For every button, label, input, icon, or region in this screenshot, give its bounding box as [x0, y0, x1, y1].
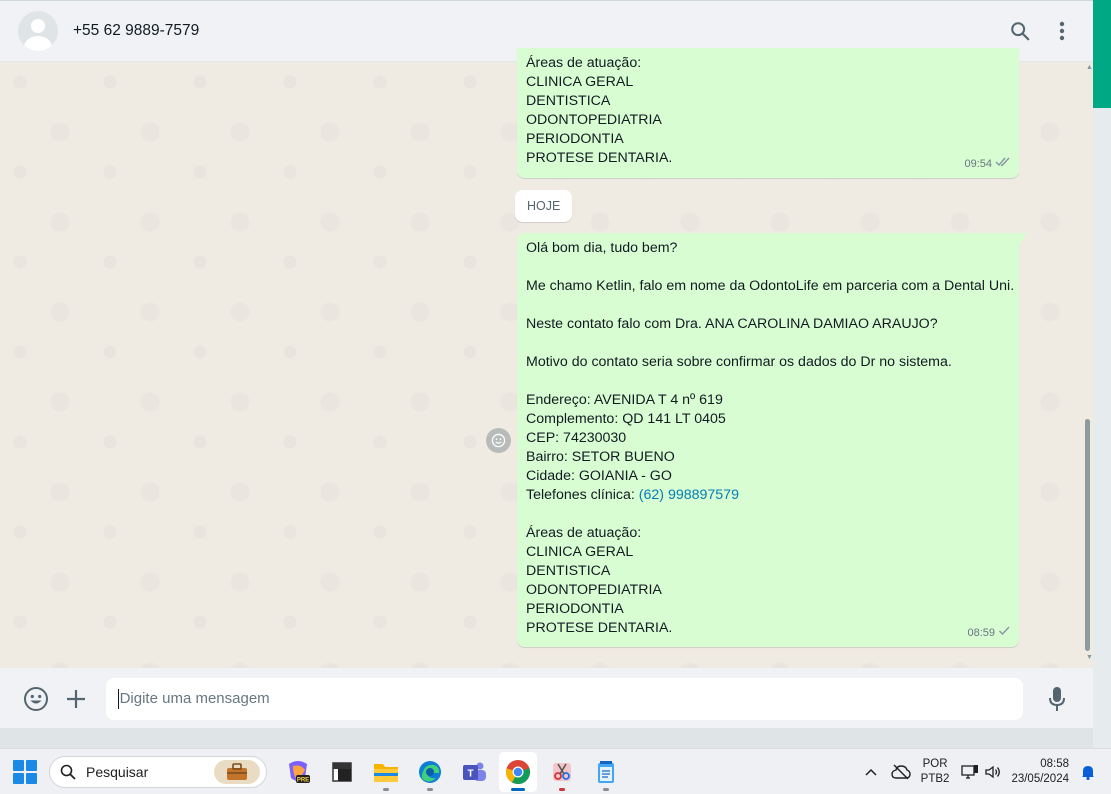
message-line: CLINICA GERAL: [526, 74, 634, 90]
message-meta: 08:59: [967, 624, 1011, 643]
text-caret: [117, 688, 119, 709]
message-line: PERIODONTIA: [526, 601, 624, 617]
briefcase-icon[interactable]: [214, 759, 260, 784]
copilot-icon[interactable]: PRE: [279, 752, 317, 792]
file-explorer-icon[interactable]: [367, 752, 405, 792]
network-icon[interactable]: [961, 764, 979, 780]
reaction-emoji-button[interactable]: [486, 428, 511, 453]
message-line: ODONTOPEDIATRIA: [526, 112, 662, 128]
day-divider: HOJE: [515, 190, 573, 222]
message-line: Cidade: GOIANIA - GO: [526, 468, 672, 484]
whatsapp-window: +55 62 9889-7579 Áreas de atuação: CLINI…: [0, 0, 1093, 728]
message-line: Endereço: AVENIDA T 4 nº 619: [526, 392, 723, 408]
message-line: DENTISTICA: [526, 563, 611, 579]
notepad-icon[interactable]: [587, 752, 625, 792]
message-line: PROTESE DENTARIA.: [526, 150, 673, 166]
input-language-indicator[interactable]: POR PTB2: [921, 757, 950, 787]
edge-icon[interactable]: [411, 752, 449, 792]
window-side-edge: [1093, 108, 1111, 748]
cloud-off-icon[interactable]: [890, 764, 911, 780]
chat-scrollbar[interactable]: ▲ ▼: [1082, 62, 1093, 668]
volume-icon[interactable]: [985, 765, 1001, 779]
chrome-icon[interactable]: [499, 751, 537, 792]
smiley-icon: [491, 433, 506, 448]
message-line: CEP: 74230030: [526, 430, 627, 446]
scrollbar-thumb[interactable]: [1085, 419, 1090, 651]
message-input-placeholder: Digite uma mensagem: [119, 690, 270, 707]
windows-start-icon[interactable]: [13, 759, 37, 784]
window-accent-edge: [1093, 0, 1111, 108]
mic-icon[interactable]: [1037, 679, 1077, 719]
message-input[interactable]: Digite uma mensagem: [105, 677, 1024, 720]
chevron-up-icon[interactable]: [865, 768, 877, 776]
double-check-icon: [995, 155, 1011, 174]
scroll-up-arrow-icon[interactable]: ▲: [1086, 64, 1093, 71]
clock-date: 23/05/2024: [1011, 773, 1069, 785]
svg-text:T: T: [467, 768, 473, 779]
emoji-icon[interactable]: [16, 679, 56, 719]
message-composer: Digite uma mensagem: [0, 668, 1093, 728]
message-line: Me chamo Ketlin, falo em nome da OdontoL…: [526, 278, 1015, 294]
phone-link[interactable]: (62) 998897579: [639, 487, 739, 503]
message-meta: 09:54: [964, 155, 1011, 174]
scroll-down-arrow-icon[interactable]: ▼: [1086, 654, 1093, 661]
message-line: Complemento: QD 141 LT 0405: [526, 411, 726, 427]
svg-text:PRE: PRE: [297, 777, 309, 783]
message-line: Áreas de atuação:: [526, 525, 642, 541]
bubble-tail: [1019, 233, 1027, 246]
search-icon: [60, 764, 76, 780]
message-line: Telefones clínica: (62) 998897579: [526, 486, 1010, 505]
windows-taskbar: Pesquisar PRE T POR PTB2 08:58 23/05/202…: [0, 748, 1111, 794]
message-line: CLINICA GERAL: [526, 544, 634, 560]
message-line: Neste contato falo com Dra. ANA CAROLINA…: [526, 316, 938, 332]
message-bubble-outgoing[interactable]: Áreas de atuação: CLINICA GERAL DENTISTI…: [517, 48, 1019, 178]
teams-icon[interactable]: T: [455, 752, 493, 792]
message-time: 09:54: [964, 158, 992, 170]
taskbar-search[interactable]: Pesquisar: [49, 755, 267, 788]
terminal-icon[interactable]: [323, 752, 361, 792]
snipping-tool-icon[interactable]: [543, 752, 581, 792]
menu-dots-icon[interactable]: [1059, 21, 1065, 41]
message-line: PERIODONTIA: [526, 131, 624, 147]
phone-label: Telefones clínica:: [526, 487, 639, 503]
message-line: Olá bom dia, tudo bem?: [526, 240, 678, 256]
notification-bell-icon[interactable]: [1081, 764, 1095, 780]
message-line: Áreas de atuação:: [526, 55, 642, 71]
message-time: 08:59: [967, 627, 995, 639]
contact-avatar[interactable]: [18, 11, 58, 51]
chat-area[interactable]: Áreas de atuação: CLINICA GERAL DENTISTI…: [0, 48, 1093, 668]
message-line: Bairro: SETOR BUENO: [526, 449, 675, 465]
taskbar-search-label: Pesquisar: [86, 763, 149, 780]
message-line: DENTISTICA: [526, 93, 611, 109]
contact-name[interactable]: +55 62 9889-7579: [73, 22, 199, 40]
message-line: Motivo do contato seria sobre confirmar …: [526, 354, 952, 370]
message-line: ODONTOPEDIATRIA: [526, 582, 662, 598]
message-bubble-outgoing[interactable]: Olá bom dia, tudo bem? Me chamo Ketlin, …: [517, 233, 1027, 647]
clock-time: 08:58: [1040, 758, 1069, 770]
plus-icon[interactable]: [56, 679, 96, 719]
message-line: PROTESE DENTARIA.: [526, 620, 673, 636]
search-icon[interactable]: [1009, 20, 1031, 42]
lang-line1: POR: [922, 758, 948, 770]
system-tray: POR PTB2 08:58 23/05/2024: [865, 749, 1111, 794]
lang-line2: PTB2: [920, 773, 950, 785]
check-icon: [998, 624, 1011, 643]
taskbar-clock[interactable]: 08:58 23/05/2024: [1011, 757, 1069, 787]
